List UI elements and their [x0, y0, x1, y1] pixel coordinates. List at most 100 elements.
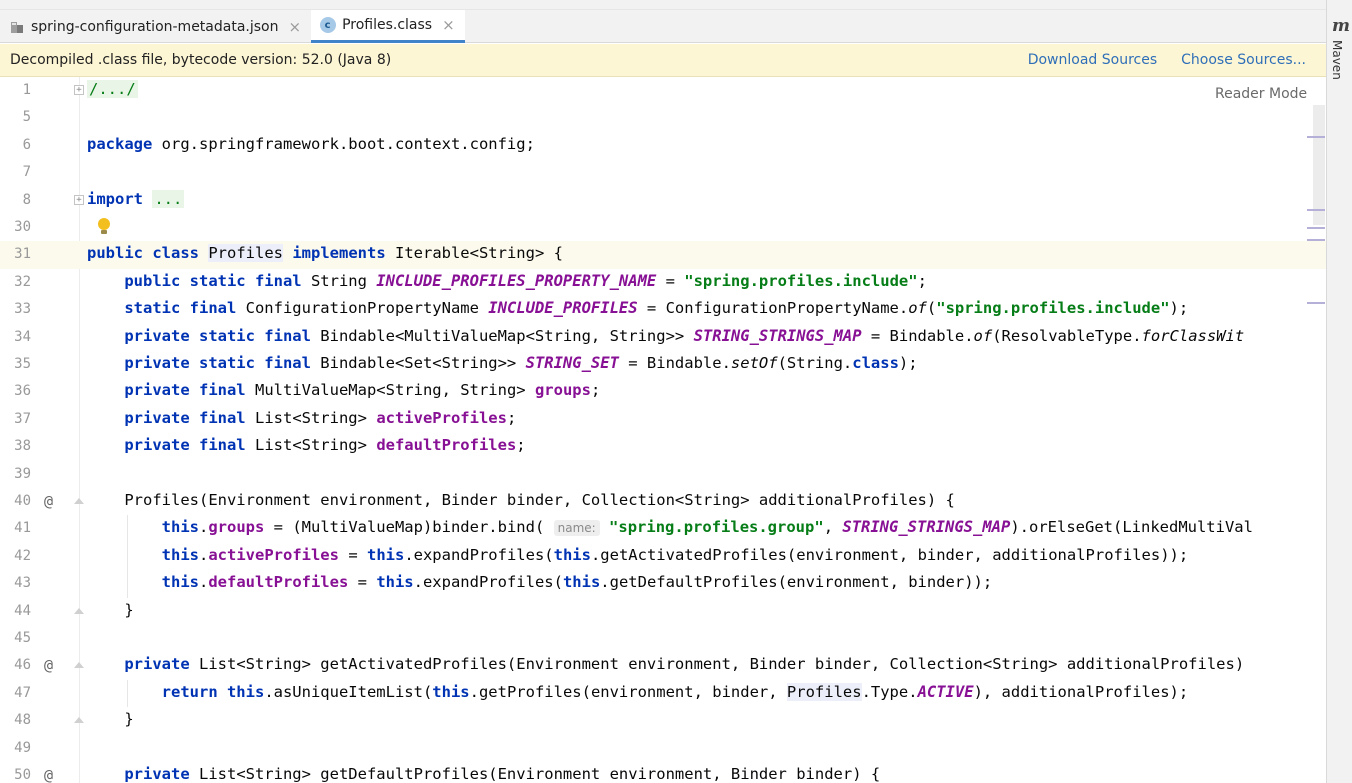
- code-line-5: 5: [0, 104, 1326, 131]
- code-line-32: 32 public static final String INCLUDE_PR…: [0, 269, 1326, 296]
- folded-imports[interactable]: ...: [152, 189, 185, 208]
- static-method: of: [908, 299, 927, 318]
- class-c-icon: c: [319, 17, 336, 34]
- keyword: this: [562, 573, 601, 592]
- maven-tool-button[interactable]: Maven: [1330, 40, 1344, 80]
- code-text: Bindable<Set<String>>: [310, 354, 526, 372]
- code-line-8: 8 + import ...: [0, 187, 1326, 214]
- closing-brace: }: [124, 600, 134, 619]
- code-line-49: 49: [0, 735, 1326, 762]
- keyword: this: [161, 545, 199, 564]
- code-text: .Type.: [861, 682, 918, 701]
- fold-toggle-icon[interactable]: +: [74, 85, 84, 95]
- code-text: ;: [516, 436, 526, 455]
- fold-toggle-icon[interactable]: [74, 496, 84, 506]
- code-line-41: 41 this.groups = (MultiValueMap)binder.b…: [0, 515, 1326, 543]
- line-number: 44: [14, 602, 31, 619]
- line-number: 1: [22, 82, 31, 98]
- scroll-marker: [1307, 136, 1325, 138]
- tab-spring-configuration-metadata[interactable]: spring-configuration-metadata.json ×: [0, 10, 311, 43]
- lightbulb-icon[interactable]: [97, 218, 111, 236]
- fold-toggle-icon[interactable]: +: [74, 194, 84, 205]
- code-text: .expandProfiles(: [404, 545, 554, 564]
- code-text: = Bindable.: [861, 326, 974, 345]
- constant: ACTIVE: [917, 682, 974, 701]
- code-line-48: 48 }: [0, 707, 1326, 734]
- static-method: setOf: [730, 354, 778, 372]
- field-name: defaultProfiles: [208, 573, 349, 592]
- line-number: 46: [14, 657, 31, 674]
- code-text: = ConfigurationPropertyName.: [637, 299, 909, 318]
- keyword: import: [87, 189, 143, 208]
- editor-tabs: spring-configuration-metadata.json × c P…: [0, 10, 1326, 43]
- code-editor[interactable]: 1 + /.../ 5 6 package org.springframewor…: [0, 77, 1326, 783]
- string-literal: "spring.profiles.include": [936, 299, 1170, 318]
- scroll-marker: [1307, 239, 1325, 241]
- line-number: 39: [14, 465, 31, 482]
- keyword: implements: [292, 244, 386, 263]
- keyword: static final: [124, 299, 237, 318]
- code-text: ;: [506, 408, 517, 427]
- keyword: public class: [87, 244, 199, 263]
- tab-profiles-class[interactable]: c Profiles.class ×: [311, 10, 465, 43]
- keyword: private: [124, 765, 190, 783]
- reader-mode-button[interactable]: Reader Mode: [1215, 86, 1307, 102]
- code-text: .asUniqueItemList(: [264, 682, 433, 701]
- override-annotation-icon[interactable]: @: [44, 656, 53, 674]
- line-number: 41: [14, 520, 31, 537]
- code-line-30: 30: [0, 214, 1326, 241]
- string-literal: "spring.profiles.group": [609, 518, 824, 537]
- code-text: ;: [917, 271, 927, 290]
- maven-icon[interactable]: m: [1332, 16, 1350, 36]
- keyword: private: [124, 655, 190, 674]
- code-line-35: 35 private static final Bindable<Set<Str…: [0, 351, 1326, 378]
- right-tool-strip: m Maven: [1326, 0, 1352, 783]
- line-number: 47: [14, 684, 31, 701]
- static-method: of: [973, 326, 993, 345]
- code-text: .getDefaultProfiles(environment, binder)…: [600, 573, 993, 592]
- code-text: ConfigurationPropertyName: [236, 299, 489, 318]
- code-text: String: [301, 271, 377, 290]
- fold-toggle-icon[interactable]: [74, 715, 84, 725]
- decompiled-banner: Decompiled .class file, bytecode version…: [0, 44, 1326, 77]
- code-line-1: 1 + /.../: [0, 77, 1326, 104]
- code-text: =: [338, 545, 367, 564]
- constant: STRING_SET: [525, 354, 619, 372]
- keyword: this: [376, 573, 414, 592]
- vertical-scrollbar[interactable]: [1313, 105, 1325, 225]
- fold-toggle-icon[interactable]: [74, 660, 84, 670]
- constant: STRING_STRINGS_MAP: [842, 518, 1011, 537]
- override-annotation-icon[interactable]: @: [44, 766, 53, 783]
- package-name: org.springframework.boot.context.config;: [152, 134, 535, 153]
- parameter-hint: name:: [553, 520, 600, 537]
- field-name: groups: [208, 518, 265, 537]
- code-line-47: 47 return this.asUniqueItemList(this.get…: [0, 679, 1326, 708]
- folded-header[interactable]: /.../: [87, 80, 138, 98]
- line-number: 35: [14, 356, 31, 372]
- keyword: this: [553, 545, 591, 564]
- code-text: =: [656, 271, 685, 290]
- code-text: );: [1169, 299, 1189, 318]
- keyword: this: [161, 573, 199, 592]
- line-number: 38: [14, 438, 31, 455]
- fold-toggle-icon[interactable]: [74, 606, 84, 616]
- close-icon[interactable]: ×: [288, 18, 301, 36]
- line-number: 7: [22, 164, 31, 181]
- class-letter: c: [319, 17, 336, 33]
- download-sources-link[interactable]: Download Sources: [1028, 52, 1157, 68]
- keyword: package: [87, 134, 153, 153]
- code-text: = Bindable.: [618, 354, 731, 372]
- close-icon[interactable]: ×: [442, 16, 455, 34]
- override-annotation-icon[interactable]: @: [44, 492, 53, 510]
- code-line-39: 39: [0, 461, 1326, 488]
- code-text: (: [926, 299, 937, 318]
- line-number: 8: [22, 191, 31, 208]
- choose-sources-link[interactable]: Choose Sources...: [1181, 52, 1306, 68]
- code-line-31: 31 public class Profiles implements Iter…: [0, 241, 1326, 269]
- line-number: 30: [14, 219, 31, 235]
- code-line-34: 34 private static final Bindable<MultiVa…: [0, 324, 1326, 351]
- code-text: .getActivatedProfiles(environment, binde…: [590, 545, 1189, 564]
- line-number: 32: [14, 273, 31, 290]
- code-line-50: 50 @ private List<String> getDefaultProf…: [0, 762, 1326, 783]
- code-text: Iterable<String> {: [385, 244, 563, 263]
